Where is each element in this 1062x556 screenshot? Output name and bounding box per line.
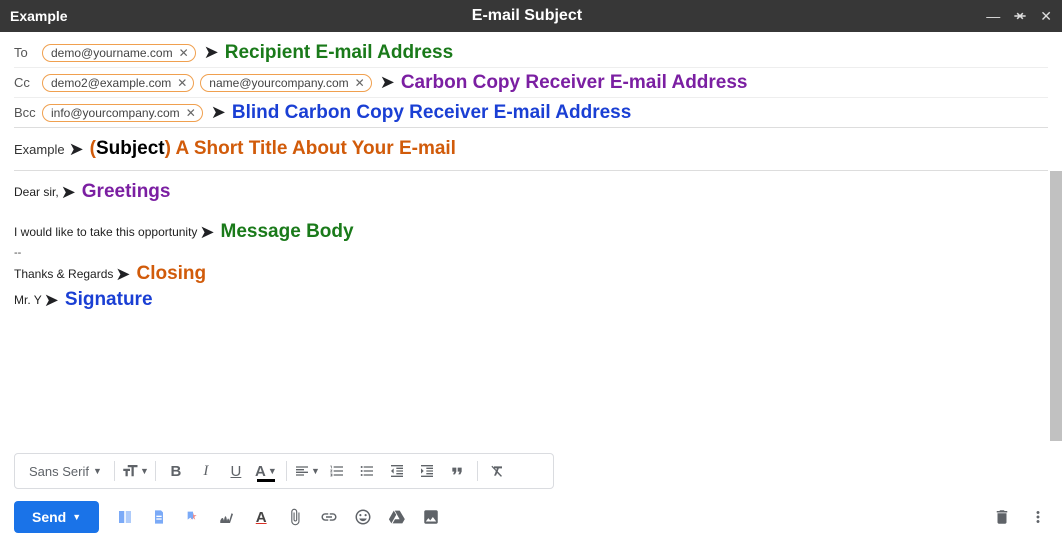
body-line-text: I would like to take this opportunity: [14, 225, 197, 239]
signature-text: Mr. Y: [14, 293, 42, 307]
arrow-icon: ➤: [44, 290, 59, 311]
annotation-body: Message Body: [221, 221, 354, 243]
cc-row[interactable]: Cc demo2@example.com ✕ name@yourcompany.…: [14, 68, 1048, 98]
link-icon[interactable]: [319, 507, 339, 527]
template-icon[interactable]: [149, 507, 169, 527]
text-style-icon[interactable]: A: [251, 507, 271, 527]
chip-text: demo2@example.com: [51, 76, 171, 90]
underline-button[interactable]: U: [222, 457, 250, 485]
annotation-signature: Signature: [65, 289, 153, 311]
separator: [114, 461, 115, 481]
font-family-select[interactable]: Sans Serif ▼: [23, 464, 108, 479]
to-chip[interactable]: demo@yourname.com ✕: [42, 44, 196, 62]
formatting-icon[interactable]: [115, 507, 135, 527]
italic-button[interactable]: I: [192, 457, 220, 485]
annotation-greetings: Greetings: [82, 181, 171, 203]
bcc-row[interactable]: Bcc info@yourcompany.com ✕ ➤ Blind Carbo…: [14, 98, 1048, 128]
restore-button[interactable]: [1014, 10, 1026, 22]
bottom-bar: Send ▼ A: [0, 493, 1062, 541]
indent-more-button[interactable]: [413, 457, 441, 485]
window-titlebar: Example E-mail Subject — ✕: [0, 0, 1062, 32]
arrow-icon: ➤: [211, 102, 226, 123]
separator: [286, 461, 287, 481]
annotation-bcc: Blind Carbon Copy Receiver E-mail Addres…: [232, 102, 631, 124]
font-size-button[interactable]: ▼: [121, 457, 149, 485]
chevron-down-icon: ▼: [72, 512, 81, 522]
cc-chip[interactable]: name@yourcompany.com ✕: [200, 74, 371, 92]
window-title-left: Example: [10, 8, 68, 24]
send-label: Send: [32, 509, 66, 525]
bcc-label: Bcc: [14, 105, 42, 120]
subject-row[interactable]: Example ➤ (Subject) A Short Title About …: [14, 128, 1048, 171]
format-toolbar: Sans Serif ▼ ▼ B I U A▼ ▼: [14, 453, 554, 489]
signature-icon[interactable]: [217, 507, 237, 527]
send-button[interactable]: Send ▼: [14, 501, 99, 533]
remove-chip-icon[interactable]: ✕: [177, 76, 187, 90]
separator-text: --: [14, 247, 1048, 259]
close-button[interactable]: ✕: [1040, 9, 1052, 23]
scrollbar-thumb[interactable]: [1050, 171, 1062, 441]
remove-chip-icon[interactable]: ✕: [186, 106, 196, 120]
chevron-down-icon: ▼: [311, 466, 320, 476]
more-icon[interactable]: [1028, 507, 1048, 527]
chip-text: info@yourcompany.com: [51, 106, 180, 120]
to-label: To: [14, 45, 42, 60]
align-button[interactable]: ▼: [293, 457, 321, 485]
trash-icon[interactable]: [992, 507, 1012, 527]
chip-text: name@yourcompany.com: [209, 76, 348, 90]
bulleted-list-button[interactable]: [353, 457, 381, 485]
separator: [477, 461, 478, 481]
image-icon[interactable]: [421, 507, 441, 527]
bcc-chip[interactable]: info@yourcompany.com ✕: [42, 104, 203, 122]
chip-text: demo@yourname.com: [51, 46, 173, 60]
separator: [155, 461, 156, 481]
remove-format-button[interactable]: [484, 457, 512, 485]
compose-header: To demo@yourname.com ✕ ➤ Recipient E-mai…: [0, 32, 1062, 171]
scrollbar[interactable]: [1050, 171, 1062, 441]
annotation-to: Recipient E-mail Address: [225, 42, 453, 64]
remove-chip-icon[interactable]: ✕: [355, 76, 365, 90]
chevron-down-icon: ▼: [93, 466, 102, 476]
tag-icon[interactable]: [183, 507, 203, 527]
annotation-closing: Closing: [136, 263, 206, 285]
annotation-cc: Carbon Copy Receiver E-mail Address: [401, 72, 748, 94]
chevron-down-icon: ▼: [268, 466, 277, 476]
annotation-subject: (Subject) A Short Title About Your E-mai…: [90, 138, 456, 160]
quote-button[interactable]: [443, 457, 471, 485]
attachment-icon[interactable]: [285, 507, 305, 527]
emoji-icon[interactable]: [353, 507, 373, 527]
arrow-icon: ➤: [204, 42, 219, 63]
arrow-icon: ➤: [69, 139, 84, 160]
greeting-text: Dear sir,: [14, 185, 59, 199]
text-color-button[interactable]: A▼: [252, 457, 280, 485]
message-body-area[interactable]: Dear sir, ➤ Greetings I would like to ta…: [0, 171, 1062, 449]
cc-label: Cc: [14, 75, 42, 90]
arrow-icon: ➤: [115, 264, 130, 285]
cc-chip[interactable]: demo2@example.com ✕: [42, 74, 194, 92]
closing-text: Thanks & Regards: [14, 267, 113, 281]
to-row[interactable]: To demo@yourname.com ✕ ➤ Recipient E-mai…: [14, 38, 1048, 68]
arrow-icon: ➤: [380, 72, 395, 93]
window-title-center: E-mail Subject: [68, 7, 987, 25]
arrow-icon: ➤: [199, 222, 214, 243]
arrow-icon: ➤: [61, 182, 76, 203]
numbered-list-button[interactable]: [323, 457, 351, 485]
font-family-label: Sans Serif: [29, 464, 89, 479]
bold-button[interactable]: B: [162, 457, 190, 485]
remove-chip-icon[interactable]: ✕: [179, 46, 189, 60]
minimize-button[interactable]: —: [986, 9, 1000, 23]
drive-icon[interactable]: [387, 507, 407, 527]
indent-less-button[interactable]: [383, 457, 411, 485]
chevron-down-icon: ▼: [140, 466, 149, 476]
subject-value: Example: [14, 142, 65, 157]
